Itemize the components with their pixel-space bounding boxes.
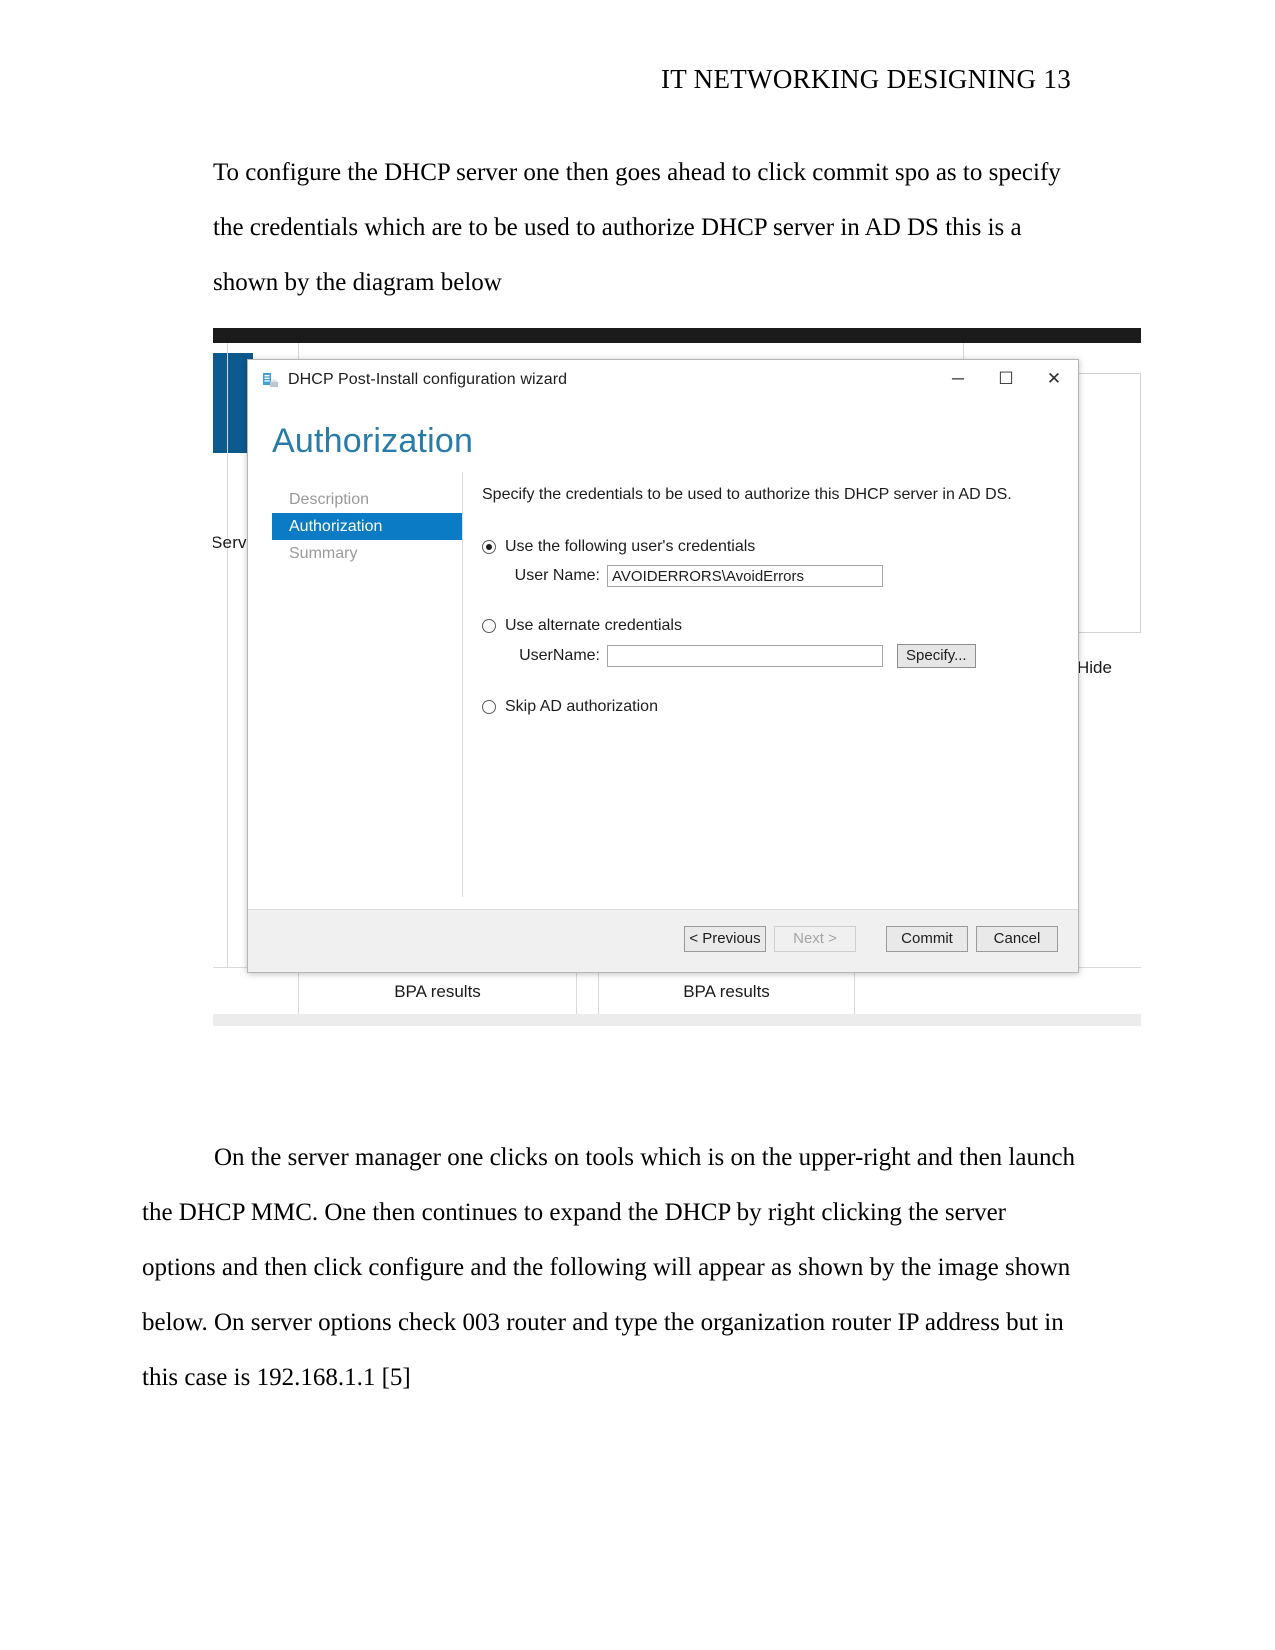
dialog-heading: Authorization	[272, 422, 474, 460]
nav-step-summary[interactable]: Summary	[272, 540, 462, 567]
screenshot-top-bar	[213, 328, 1141, 343]
bpa-results-label-2: BPA results	[683, 982, 770, 1001]
radio-use-following-credentials-icon[interactable]	[482, 540, 496, 554]
screenshot-bottom-shade	[213, 1014, 1141, 1026]
document-page: IT NETWORKING DESIGNING 13 To configure …	[0, 0, 1275, 1650]
alternate-user-name-field-row: UserName: Specify...	[504, 644, 1064, 668]
previous-button[interactable]: < Previous	[684, 926, 766, 952]
paragraph-top: To configure the DHCP server one then go…	[213, 159, 1061, 296]
radio-use-alternate-credentials-icon[interactable]	[482, 619, 496, 633]
dhcp-post-install-wizard-dialog: DHCP Post-Install configuration wizard ─…	[247, 359, 1079, 973]
option-skip-ad-authorization[interactable]: Skip AD authorization	[482, 698, 1064, 716]
user-name-field-row: User Name:	[504, 565, 1064, 587]
paragraph-bottom: On the server manager one clicks on tool…	[142, 1144, 1076, 1391]
dialog-content: Specify the credentials to be used to au…	[482, 486, 1064, 725]
alternate-user-name-input[interactable]	[607, 645, 883, 667]
option-label-skip-ad-authorization: Skip AD authorization	[505, 698, 658, 715]
radio-skip-ad-authorization-icon[interactable]	[482, 700, 496, 714]
maximize-icon[interactable]: ☐	[982, 360, 1030, 398]
alternate-user-name-label: UserName:	[519, 647, 600, 664]
instruction-text: Specify the credentials to be used to au…	[482, 486, 1012, 503]
option-label-use-alternate-credentials: Use alternate credentials	[505, 617, 682, 634]
footer-button-group: < Previous Next > Commit Cancel	[676, 926, 1058, 952]
cancel-button[interactable]: Cancel	[976, 926, 1058, 952]
dialog-footer: < Previous Next > Commit Cancel	[248, 909, 1078, 972]
nav-step-authorization[interactable]: Authorization	[272, 513, 462, 540]
bpa-results-label-1: BPA results	[394, 982, 481, 1001]
close-icon[interactable]: ✕	[1030, 360, 1078, 398]
user-name-label: User Name:	[514, 567, 600, 584]
embedded-screenshot: Servic Hide BPA results BPA results DHCP…	[213, 328, 1141, 1026]
option-label-use-following-credentials: Use the following user's credentials	[505, 538, 756, 555]
minimize-icon[interactable]: ─	[934, 360, 982, 398]
page-header: IT NETWORKING DESIGNING 13	[661, 64, 1071, 94]
dialog-title-bar[interactable]: DHCP Post-Install configuration wizard ─…	[248, 360, 1078, 402]
commit-button[interactable]: Commit	[886, 926, 968, 952]
dhcp-wizard-icon	[262, 371, 280, 389]
specify-button[interactable]: Specify...	[897, 644, 976, 668]
panel-divider-1	[227, 343, 228, 1026]
window-controls: ─ ☐ ✕	[934, 360, 1078, 398]
dialog-title: DHCP Post-Install configuration wizard	[288, 371, 568, 388]
dialog-vertical-divider	[462, 472, 463, 897]
wizard-step-nav: Description Authorization Summary	[272, 486, 462, 567]
option-use-following-credentials[interactable]: Use the following user's credentials	[482, 538, 1064, 556]
user-name-input[interactable]	[607, 565, 883, 587]
hide-link[interactable]: Hide	[1077, 658, 1112, 678]
option-use-alternate-credentials[interactable]: Use alternate credentials	[482, 617, 1064, 635]
next-button: Next >	[774, 926, 856, 952]
nav-step-description[interactable]: Description	[272, 486, 462, 513]
